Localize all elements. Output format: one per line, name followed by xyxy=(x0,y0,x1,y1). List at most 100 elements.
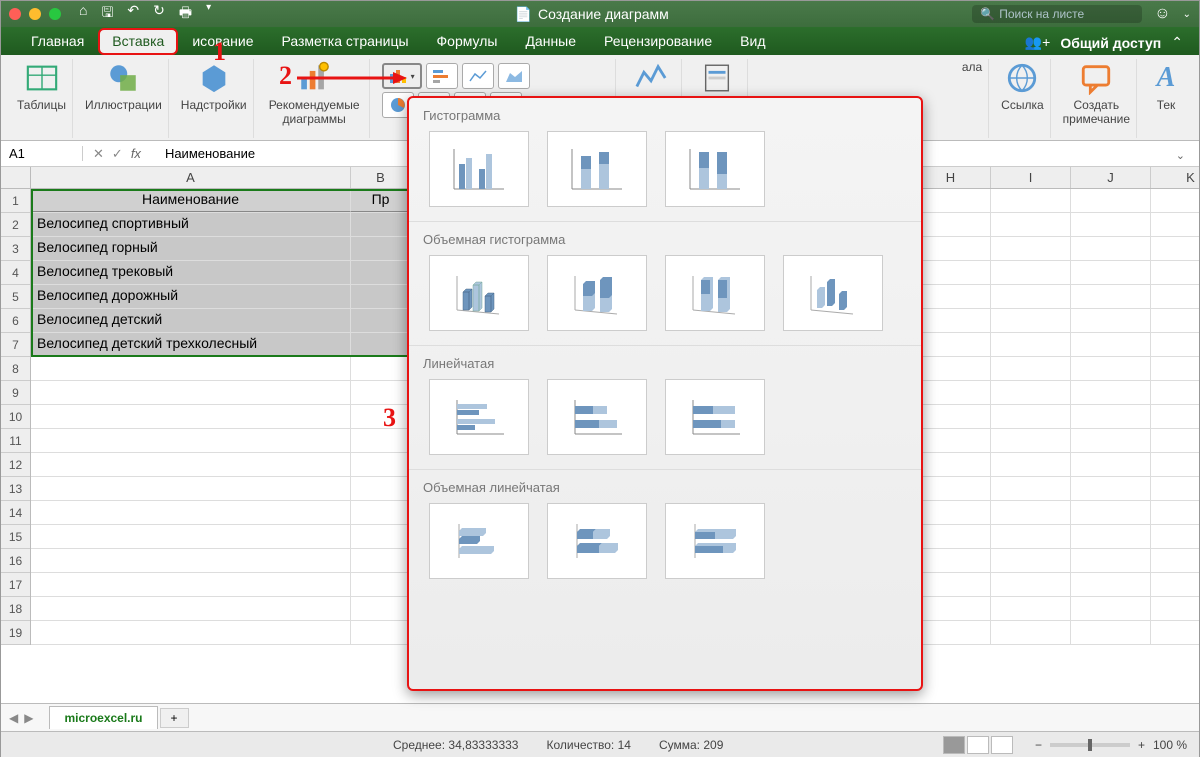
ribbon-new-note[interactable]: Создать примечание xyxy=(1057,59,1137,138)
clustered-column-chart[interactable] xyxy=(429,131,529,207)
col-K[interactable]: K xyxy=(1151,167,1199,188)
section-3d-bar: Объемная линейчатая xyxy=(409,470,921,501)
scale-label-fragment: ала xyxy=(962,61,982,75)
ribbon-illustrations-label: Иллюстрации xyxy=(85,99,162,113)
3d-stacked-bar[interactable] xyxy=(547,503,647,579)
sheet-search[interactable]: 🔍 Поиск на листе xyxy=(972,5,1142,23)
tab-review[interactable]: Рецензирование xyxy=(590,28,726,55)
clustered-bar-chart[interactable] xyxy=(429,379,529,455)
view-page-layout-button[interactable] xyxy=(967,736,989,754)
print-icon[interactable]: 🖶 xyxy=(179,2,192,26)
view-page-break-button[interactable] xyxy=(991,736,1013,754)
row-header[interactable]: 19 xyxy=(1,621,30,645)
share-button[interactable]: Общий доступ xyxy=(1060,35,1161,51)
3d-column[interactable] xyxy=(783,255,883,331)
annotation-arrow xyxy=(295,69,407,87)
confirm-icon[interactable]: ✓ xyxy=(112,146,123,162)
row-header[interactable]: 12 xyxy=(1,453,30,477)
row-header[interactable]: 2 xyxy=(1,213,30,237)
formula-bar-expand-icon[interactable]: ⌄ xyxy=(1176,149,1185,162)
col-J[interactable]: J xyxy=(1071,167,1151,188)
3d-100-stacked-column[interactable] xyxy=(665,255,765,331)
zoom-control[interactable]: − + 100 % xyxy=(1035,738,1187,752)
area-chart-button[interactable] xyxy=(498,63,530,89)
100-stacked-column-chart[interactable] xyxy=(665,131,765,207)
close-window-button[interactable] xyxy=(9,8,21,20)
row-header[interactable]: 18 xyxy=(1,597,30,621)
row-header[interactable]: 10 xyxy=(1,405,30,429)
col-H[interactable]: H xyxy=(911,167,991,188)
view-mode-buttons xyxy=(943,736,1013,754)
column-chart-dropdown: Гистограмма Объемная гистограмма Линейча… xyxy=(407,96,923,691)
stacked-column-chart[interactable] xyxy=(547,131,647,207)
view-normal-button[interactable] xyxy=(943,736,965,754)
collapse-ribbon-icon[interactable]: ⌃ xyxy=(1171,34,1183,51)
tab-home[interactable]: Главная xyxy=(17,28,98,55)
home-icon[interactable]: ⌂ xyxy=(79,2,87,26)
save-icon[interactable]: 🖫 xyxy=(101,2,113,26)
ribbon-addins-label: Надстройки xyxy=(181,99,247,113)
100-stacked-bar-chart[interactable] xyxy=(665,379,765,455)
zoom-out-icon[interactable]: − xyxy=(1035,738,1042,752)
redo-icon[interactable]: ↻ xyxy=(153,2,165,26)
window-title: 📄 Создание диаграмм xyxy=(211,6,972,23)
name-box[interactable]: A1 xyxy=(1,146,83,161)
ribbon-text[interactable]: A Тек xyxy=(1143,59,1189,138)
row-header[interactable]: 17 xyxy=(1,573,30,597)
row-header[interactable]: 4 xyxy=(1,261,30,285)
tab-formulas[interactable]: Формулы xyxy=(423,28,512,55)
row-header[interactable]: 16 xyxy=(1,549,30,573)
note-icon xyxy=(1079,61,1113,95)
ribbon-link[interactable]: Ссылка xyxy=(995,59,1050,138)
row-header[interactable]: 15 xyxy=(1,525,30,549)
sum-value: 209 xyxy=(703,738,723,752)
tab-view[interactable]: Вид xyxy=(726,28,779,55)
3d-stacked-column[interactable] xyxy=(547,255,647,331)
3d-clustered-column[interactable] xyxy=(429,255,529,331)
sheet-next-icon[interactable]: ▶ xyxy=(24,711,33,725)
row-header[interactable]: 1 xyxy=(1,189,30,213)
ribbon-addins[interactable]: Надстройки xyxy=(175,59,254,138)
annotation-2: 2 xyxy=(279,61,292,91)
tab-insert[interactable]: Вставка xyxy=(98,28,178,55)
line-chart-button[interactable] xyxy=(462,63,494,89)
row-header[interactable]: 7 xyxy=(1,333,30,357)
cancel-icon[interactable]: ✕ xyxy=(93,146,104,162)
col-B[interactable]: B xyxy=(351,167,411,188)
undo-icon[interactable]: ↶ xyxy=(127,2,139,26)
ribbon-note-label: Создать примечание xyxy=(1063,99,1130,127)
row-header[interactable]: 9 xyxy=(1,381,30,405)
tab-page-layout[interactable]: Разметка страницы xyxy=(268,28,423,55)
col-A[interactable]: A xyxy=(31,167,351,188)
sheet-tab[interactable]: microexcel.ru xyxy=(49,706,157,729)
bar-chart-button[interactable] xyxy=(426,63,458,89)
ribbon-tables[interactable]: Таблицы xyxy=(11,59,73,138)
row-header[interactable]: 11 xyxy=(1,429,30,453)
col-I[interactable]: I xyxy=(991,167,1071,188)
zoom-in-icon[interactable]: + xyxy=(1138,738,1145,752)
row-header[interactable]: 8 xyxy=(1,357,30,381)
maximize-window-button[interactable] xyxy=(49,8,61,20)
row-header[interactable]: 5 xyxy=(1,285,30,309)
3d-clustered-bar[interactable] xyxy=(429,503,529,579)
row-header[interactable]: 14 xyxy=(1,501,30,525)
sparkline-icon xyxy=(634,61,668,95)
fx-icon[interactable]: fx xyxy=(131,146,149,162)
user-icon[interactable]: ☺ xyxy=(1154,5,1170,23)
tab-data[interactable]: Данные xyxy=(511,28,590,55)
sum-label: Сумма: xyxy=(659,738,700,752)
formula-input[interactable]: Наименование xyxy=(159,146,255,161)
titlebar-caret-icon[interactable]: ⌄ xyxy=(1183,9,1191,20)
minimize-window-button[interactable] xyxy=(29,8,41,20)
stacked-bar-chart[interactable] xyxy=(547,379,647,455)
3d-100-stacked-bar[interactable] xyxy=(665,503,765,579)
row-header[interactable]: 3 xyxy=(1,237,30,261)
link-icon xyxy=(1005,61,1039,95)
sheet-prev-icon[interactable]: ◀ xyxy=(9,711,18,725)
zoom-value: 100 % xyxy=(1153,738,1187,752)
ribbon-illustrations[interactable]: Иллюстрации xyxy=(79,59,169,138)
ribbon-recommended-label: Рекомендуемые диаграммы xyxy=(269,99,360,127)
row-header[interactable]: 6 xyxy=(1,309,30,333)
add-sheet-button[interactable]: + xyxy=(160,708,189,728)
row-header[interactable]: 13 xyxy=(1,477,30,501)
